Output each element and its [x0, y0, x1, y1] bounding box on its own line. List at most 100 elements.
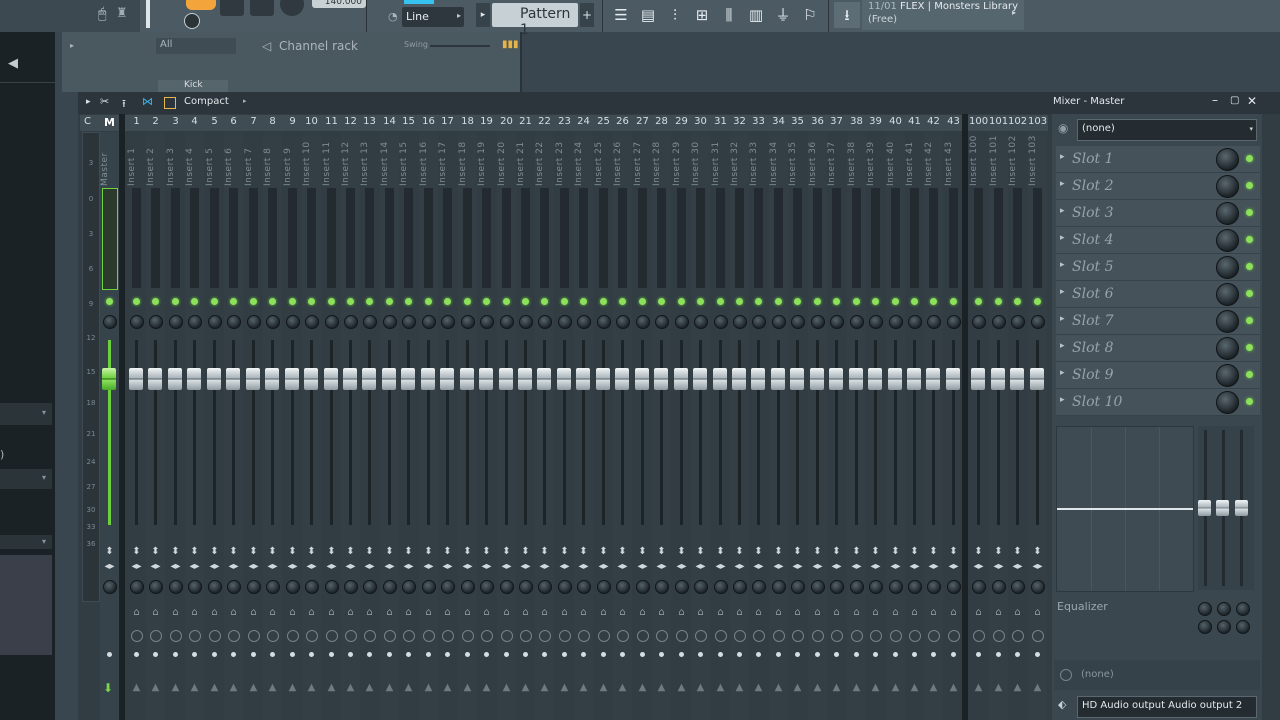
insert-stereo-knob[interactable]	[577, 580, 591, 594]
insert-send-ring[interactable]	[617, 630, 629, 642]
swing-slider[interactable]	[430, 45, 490, 47]
insert-route-arrow[interactable]: ▲	[185, 682, 204, 693]
insert-stereo-arrows[interactable]: ⬍	[633, 546, 652, 557]
insert-route-icon[interactable]: ⌂	[847, 607, 866, 618]
insert-mute-led[interactable]	[950, 298, 957, 305]
insert-route-dot[interactable]	[976, 652, 981, 657]
insert-swap-arrows[interactable]: ◂▸	[244, 561, 263, 572]
snap-select[interactable]: Line ▸	[402, 7, 464, 27]
insert-route-dot[interactable]	[854, 652, 859, 657]
insert-fader[interactable]	[615, 368, 629, 390]
insert-route-arrow[interactable]: ▲	[969, 682, 988, 693]
insert-route-dot[interactable]	[309, 652, 314, 657]
insert-swap-arrows[interactable]: ◂▸	[594, 561, 613, 572]
insert-route-dot[interactable]	[795, 652, 800, 657]
insert-route-arrow[interactable]: ▲	[477, 682, 496, 693]
slot-enable-led[interactable]	[1246, 398, 1253, 405]
insert-mute-led[interactable]	[995, 298, 1002, 305]
insert-route-icon[interactable]: ⌂	[224, 607, 243, 618]
insert-pan-knob[interactable]	[519, 315, 533, 329]
insert-route-arrow[interactable]: ▲	[691, 682, 710, 693]
insert-stereo-knob[interactable]	[402, 580, 416, 594]
insert-route-arrow[interactable]: ▲	[341, 682, 360, 693]
slot-mix-knob[interactable]	[1216, 391, 1239, 414]
insert-send-ring[interactable]	[384, 630, 396, 642]
insert-pan-knob[interactable]	[694, 315, 708, 329]
insert-fader[interactable]	[576, 368, 590, 390]
insert-send-ring[interactable]	[209, 630, 221, 642]
insert-route-icon[interactable]: ⌂	[166, 607, 185, 618]
insert-mute-led[interactable]	[347, 298, 354, 305]
insert-route-dot[interactable]	[231, 652, 236, 657]
insert-route-arrow[interactable]: ▲	[827, 682, 846, 693]
slot-expand-icon[interactable]: ▸	[1060, 152, 1065, 162]
insert-send-ring[interactable]	[287, 630, 299, 642]
insert-route-icon[interactable]: ⌂	[969, 607, 988, 618]
insert-pan-knob[interactable]	[441, 315, 455, 329]
insert-swap-arrows[interactable]: ◂▸	[1008, 561, 1027, 572]
insert-route-dot[interactable]	[931, 652, 936, 657]
insert-send-ring[interactable]	[851, 630, 863, 642]
insert-route-arrow[interactable]: ▲	[924, 682, 943, 693]
insert-fader[interactable]	[790, 368, 804, 390]
insert-route-dot[interactable]	[698, 652, 703, 657]
insert-send-ring[interactable]	[598, 630, 610, 642]
insert-mute-led[interactable]	[678, 298, 685, 305]
insert-route-dot[interactable]	[173, 652, 178, 657]
insert-fader[interactable]	[907, 368, 921, 390]
insert-route-icon[interactable]: ⌂	[1008, 607, 1027, 618]
insert-fader[interactable]	[304, 368, 318, 390]
insert-stereo-knob[interactable]	[383, 580, 397, 594]
insert-stereo-arrows[interactable]: ⬍	[146, 546, 165, 557]
insert-stereo-knob[interactable]	[130, 580, 144, 594]
eq-graph[interactable]	[1056, 426, 1194, 592]
insert-stereo-knob[interactable]	[927, 580, 941, 594]
insert-fader[interactable]	[479, 368, 493, 390]
insert-send-ring[interactable]	[578, 630, 590, 642]
insert-pan-knob[interactable]	[188, 315, 202, 329]
slot-expand-icon[interactable]: ▸	[1060, 206, 1065, 216]
insert-route-arrow[interactable]: ▲	[613, 682, 632, 693]
insert-route-icon[interactable]: ⌂	[341, 607, 360, 618]
insert-swap-arrows[interactable]: ◂▸	[730, 561, 749, 572]
insert-fader[interactable]	[771, 368, 785, 390]
insert-route-dot[interactable]	[387, 652, 392, 657]
insert-fader[interactable]	[168, 368, 182, 390]
input-value[interactable]: (none)	[1081, 669, 1114, 680]
insert-route-icon[interactable]: ⌂	[419, 607, 438, 618]
insert-stereo-knob[interactable]	[733, 580, 747, 594]
eq-low-bw-knob[interactable]	[1198, 620, 1212, 634]
insert-route-arrow[interactable]: ▲	[380, 682, 399, 693]
insert-fader[interactable]	[732, 368, 746, 390]
channel-name[interactable]: Kick	[158, 80, 228, 92]
insert-route-icon[interactable]: ⌂	[497, 607, 516, 618]
insert-route-arrow[interactable]: ▲	[360, 682, 379, 693]
insert-mute-led[interactable]	[483, 298, 490, 305]
insert-stereo-arrows[interactable]: ⬍	[205, 546, 224, 557]
slot-enable-led[interactable]	[1246, 155, 1253, 162]
insert-mute-led[interactable]	[755, 298, 762, 305]
insert-route-icon[interactable]: ⌂	[769, 607, 788, 618]
insert-stereo-arrows[interactable]: ⬍	[788, 546, 807, 557]
insert-route-icon[interactable]: ⌂	[613, 607, 632, 618]
panel-speaker-icon[interactable]: ◉	[1058, 121, 1068, 135]
insert-pan-knob[interactable]	[830, 315, 844, 329]
insert-send-ring[interactable]	[501, 630, 513, 642]
insert-stereo-knob[interactable]	[305, 580, 319, 594]
insert-route-icon[interactable]: ⌂	[633, 607, 652, 618]
insert-fader[interactable]	[362, 368, 376, 390]
insert-fader[interactable]	[1010, 368, 1024, 390]
insert-route-icon[interactable]: ⌂	[944, 607, 963, 618]
insert-stereo-knob[interactable]	[597, 580, 611, 594]
insert-mute-led[interactable]	[444, 298, 451, 305]
metronome-icon[interactable]: ♜	[116, 6, 128, 21]
pattern-prev-button[interactable]: ▸	[476, 3, 490, 27]
insert-send-ring[interactable]	[1032, 630, 1044, 642]
insert-pan-knob[interactable]	[344, 315, 358, 329]
insert-stereo-knob[interactable]	[869, 580, 883, 594]
insert-mute-led[interactable]	[1014, 298, 1021, 305]
insert-pan-knob[interactable]	[422, 315, 436, 329]
insert-swap-arrows[interactable]: ◂▸	[419, 561, 438, 572]
insert-mute-led[interactable]	[697, 298, 704, 305]
insert-stereo-knob[interactable]	[850, 580, 864, 594]
